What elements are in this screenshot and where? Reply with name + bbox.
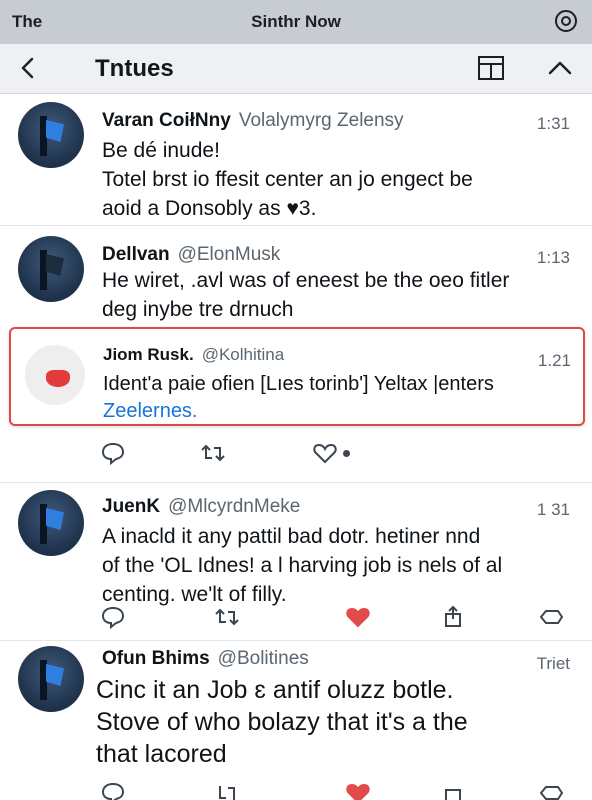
reply-icon[interactable]	[100, 780, 126, 800]
tweet-text-line: Ident'a paie ofien [Lıes torinb'] Yeltax…	[103, 373, 494, 395]
heart-icon[interactable]	[345, 604, 371, 630]
heart-icon[interactable]	[345, 780, 371, 800]
tweet-author-handle[interactable]: @MlcyrdnMeke	[168, 496, 300, 517]
tweet-time: Triet	[536, 654, 570, 673]
reply-icon[interactable]	[100, 440, 126, 466]
tweet-text: A inacld it any pattil bad dotr. hetiner…	[102, 522, 552, 609]
tweet-text-line: Cinc it an Job ɛ antif oluzz botle.	[96, 676, 454, 704]
reply-icon[interactable]	[100, 604, 126, 630]
tweet-time: 1:31	[536, 114, 570, 133]
tweet-time: 1 31	[536, 500, 570, 519]
tweet-item[interactable]: Varan CoiłNny Volalymyrg Zelensy 1:31 Be …	[0, 96, 592, 222]
tweet-text-line: He wiret, .avl was of eneest be the oeo …	[102, 269, 510, 292]
tweet-item[interactable]: Dellvan @ElonMusk 1:13 He wiret, .avl was…	[0, 228, 592, 326]
divider	[0, 640, 592, 641]
tweet-text-line: Totel brst io ffesit center an jo engect…	[102, 168, 473, 191]
tweet-actions	[0, 604, 592, 634]
tweet-text-line: that lacored	[96, 740, 227, 768]
tweet-author-name[interactable]: Varan CoiłNny	[102, 110, 231, 131]
share-icon[interactable]	[440, 604, 466, 630]
chevron-up-icon[interactable]	[546, 55, 574, 81]
tweet-author-name[interactable]: Ofun Bhims	[102, 648, 210, 669]
retweet-icon[interactable]	[214, 780, 240, 800]
back-arrow-icon[interactable]	[14, 54, 42, 82]
avatar[interactable]	[18, 646, 84, 712]
divider	[0, 482, 592, 483]
settings-circle-icon[interactable]	[554, 9, 578, 33]
tweet-text-line: Be dé inude!	[102, 139, 220, 162]
tweet-text-line: aoid a Donsobly as ♥3.	[102, 197, 317, 220]
tweet-text-line: of the 'OL Idnes! a l harving job is nel…	[102, 554, 503, 577]
tweet-text-line: deg inybe tre drnuch	[102, 298, 294, 321]
status-bar: The Sinthr Now	[0, 0, 592, 44]
tweet-text-line: A inacld it any pattil bad dotr. hetiner…	[102, 525, 481, 548]
retweet-icon[interactable]	[200, 440, 226, 466]
retweet-icon[interactable]	[214, 604, 240, 630]
send-icon[interactable]	[538, 604, 564, 630]
tweet-text: Be dé inude! Totel brst io ffesit center…	[102, 136, 552, 223]
layout-icon[interactable]	[476, 54, 506, 82]
tweet-text-line: Stove of who bolazy that it's a the	[96, 708, 468, 736]
status-bar-title: Sinthr Now	[251, 12, 341, 31]
avatar[interactable]	[18, 236, 84, 302]
send-icon[interactable]	[538, 780, 564, 800]
tweet-text: Cinc it an Job ɛ antif oluzz botle. Stov…	[96, 674, 552, 770]
tweet-author-handle[interactable]: @Bolitines	[218, 648, 309, 669]
tweet-author-name[interactable]: Jiom Rusk.	[103, 345, 194, 364]
tweet-author-handle[interactable]: @Kolhitina	[202, 345, 284, 364]
share-icon[interactable]	[440, 780, 466, 800]
page-title: Tntues	[95, 55, 174, 82]
highlighted-tweet[interactable]: Jiom Rusk. @Kolhitina 1.21 Ident'a paie o…	[9, 327, 585, 426]
tweet-author-name[interactable]: JuenK	[102, 496, 160, 517]
tweet-time: 1:13	[536, 248, 570, 267]
top-bar: Tntues	[0, 44, 592, 94]
tweet-text: He wiret, .avl was of eneest be the oeo …	[102, 266, 552, 324]
tweet-link[interactable]: Zeelernes.	[103, 398, 571, 425]
divider	[0, 225, 592, 226]
heart-icon[interactable]	[312, 440, 338, 466]
tweet-author-handle[interactable]: @ElonMusk	[178, 244, 281, 265]
tweet-item[interactable]: Ofun Bhims @Bolitines Triet Cinc it an Jo…	[0, 642, 592, 800]
tweet-author-name[interactable]: Dellvan	[102, 244, 170, 265]
tweet-actions	[0, 440, 592, 470]
tweet-text: Ident'a paie ofien [Lıes torinb'] Yeltax…	[103, 371, 571, 425]
avatar[interactable]	[18, 490, 84, 556]
tweet-actions	[0, 780, 592, 800]
tweet-time: 1.21	[537, 351, 571, 370]
avatar[interactable]	[25, 345, 85, 405]
tweet-author-handle[interactable]: Volalymyrg Zelensy	[239, 110, 404, 131]
dot-indicator	[343, 450, 350, 457]
avatar[interactable]	[18, 102, 84, 168]
